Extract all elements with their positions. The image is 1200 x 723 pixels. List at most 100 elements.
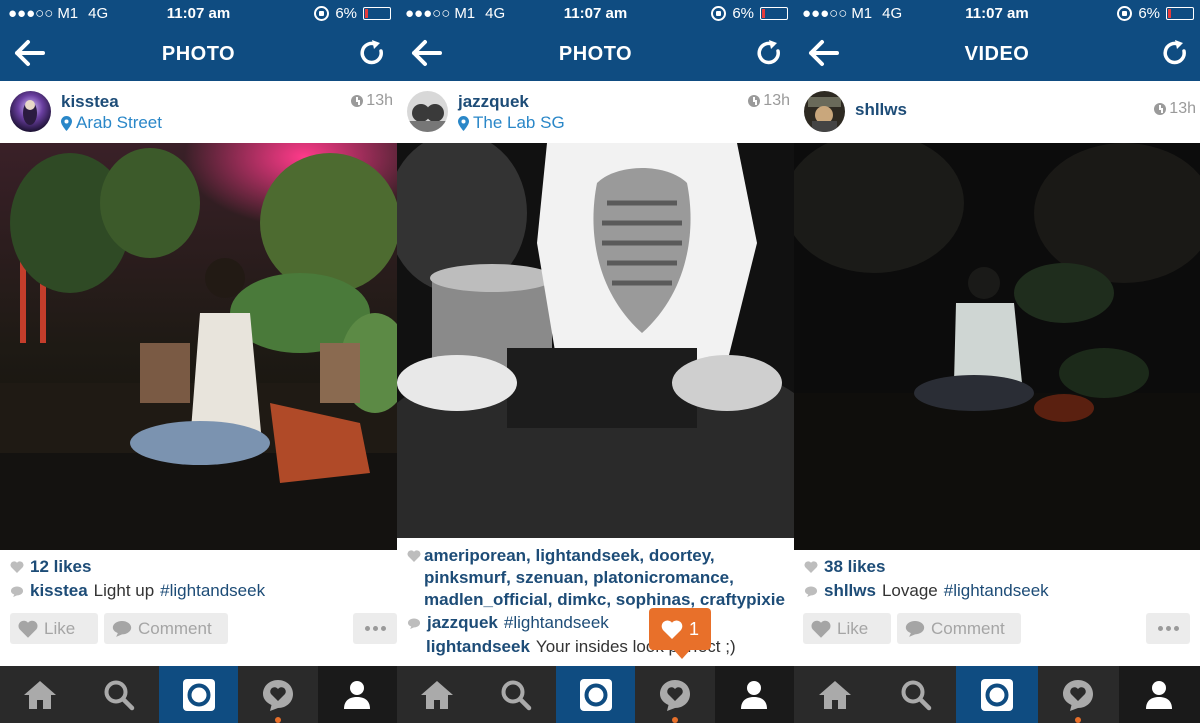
profile-icon [739,679,769,711]
tab-profile[interactable] [1118,666,1200,723]
home-icon [419,679,455,711]
tab-camera[interactable] [956,666,1038,723]
nav-bar: PHOTO [0,26,397,81]
activity-icon [261,678,295,712]
tab-profile[interactable] [317,666,397,723]
profile-icon [1144,679,1174,711]
screen-1: ●●●○○ M1 4G 11:07 am 6% PHOTO kisstea Arab… [0,0,397,723]
post-header: jazzquek The Lab SG 13h [397,81,794,143]
page-title: PHOTO [161,43,236,65]
like-button[interactable]: Like [803,613,891,644]
clock-icon [748,95,761,107]
post-photo[interactable] [0,143,397,550]
liked-by-names: ameriporean, lightandseek, doortey, pink… [424,546,785,609]
battery-percent: 6% [335,5,357,22]
search-icon [103,679,135,711]
tab-search[interactable] [476,666,555,723]
liked-by-list[interactable]: ameriporean, lightandseek, doortey, pink… [407,545,792,611]
clock-icon [1154,103,1167,115]
battery-icon [760,7,788,20]
tab-home[interactable] [397,666,476,723]
battery-percent: 6% [1138,5,1160,22]
comment-button[interactable]: Comment [104,613,228,644]
hashtag-link[interactable]: #lightandseek [944,581,1049,601]
tab-bar [794,666,1200,723]
hashtag-link[interactable]: #lightandseek [160,581,265,601]
tab-activity[interactable] [635,666,714,723]
page-title: PHOTO [558,43,633,65]
rotation-lock-icon [1117,6,1133,21]
refresh-icon[interactable] [1160,38,1190,68]
page-title: VIDEO [964,43,1030,65]
caption-username[interactable]: jazzquek [427,613,498,633]
heart-icon [811,620,831,638]
search-icon [500,679,532,711]
clock-icon [351,95,364,107]
camera-icon [181,677,217,713]
location-label: Arab Street [76,113,162,132]
activity-dot [274,717,281,723]
likes-count[interactable]: 38 likes [804,557,885,577]
tab-camera[interactable] [555,666,636,723]
battery-icon [1166,7,1194,20]
heart-icon [661,620,683,639]
post-time: 13h [1154,100,1196,118]
username[interactable]: jazzquek [458,92,529,112]
hashtag-link[interactable]: #lightandseek [504,613,609,633]
tab-home[interactable] [794,666,875,723]
caption-text: Lovage [881,581,938,600]
comment-button[interactable]: Comment [897,613,1021,644]
refresh-icon[interactable] [357,38,387,68]
tab-bar [0,666,397,723]
nav-bar: PHOTO [397,26,794,81]
tab-activity[interactable] [238,666,317,723]
time-label: 13h [366,92,393,109]
tab-search[interactable] [875,666,956,723]
camera-icon [578,677,614,713]
post-video[interactable] [794,143,1200,550]
battery-percent: 6% [732,5,754,22]
avatar[interactable] [407,91,448,132]
likes-count[interactable]: 12 likes [10,557,91,577]
tab-profile[interactable] [714,666,794,723]
post-time: 13h [351,92,393,110]
more-options-button[interactable] [1146,613,1190,644]
comment-bubble-icon [407,618,421,629]
caption-text: Light up [93,581,155,600]
heart-icon [10,561,24,573]
avatar[interactable] [804,91,845,132]
caption-username[interactable]: shllws [824,581,876,601]
notification-badge[interactable]: 1 [649,608,711,659]
refresh-icon[interactable] [754,38,784,68]
tab-activity[interactable] [1038,666,1119,723]
post-photo[interactable] [397,143,794,538]
battery-icon [363,7,391,20]
activity-dot [1075,717,1082,723]
profile-icon [342,679,372,711]
avatar[interactable] [10,91,51,132]
comment-bubble-icon [905,620,925,637]
caption: shllws Lovage #lightandseek [804,581,1049,601]
like-label: Like [44,618,76,638]
tab-bar [397,666,794,723]
location-label: The Lab SG [473,113,565,132]
nav-bar: VIDEO [794,26,1200,81]
username[interactable]: kisstea [61,92,119,112]
post-header: shllws 13h [794,81,1200,143]
pin-icon [458,116,469,131]
tab-home[interactable] [0,666,79,723]
comment-username[interactable]: lightandseek [426,637,530,657]
likes-label: 38 likes [824,557,886,576]
like-button[interactable]: Like [10,613,98,644]
time-label: 13h [763,92,790,109]
more-options-button[interactable] [353,613,397,644]
tab-search[interactable] [79,666,158,723]
time-label: 13h [1169,100,1196,117]
tab-camera[interactable] [158,666,239,723]
location-link[interactable]: The Lab SG [458,113,565,133]
status-bar: ●●●○○ M1 4G 11:07 am 6% [397,0,794,26]
like-label: Like [837,618,869,638]
caption-username[interactable]: kisstea [30,581,88,601]
username[interactable]: shllws [855,100,907,120]
location-link[interactable]: Arab Street [61,113,162,133]
